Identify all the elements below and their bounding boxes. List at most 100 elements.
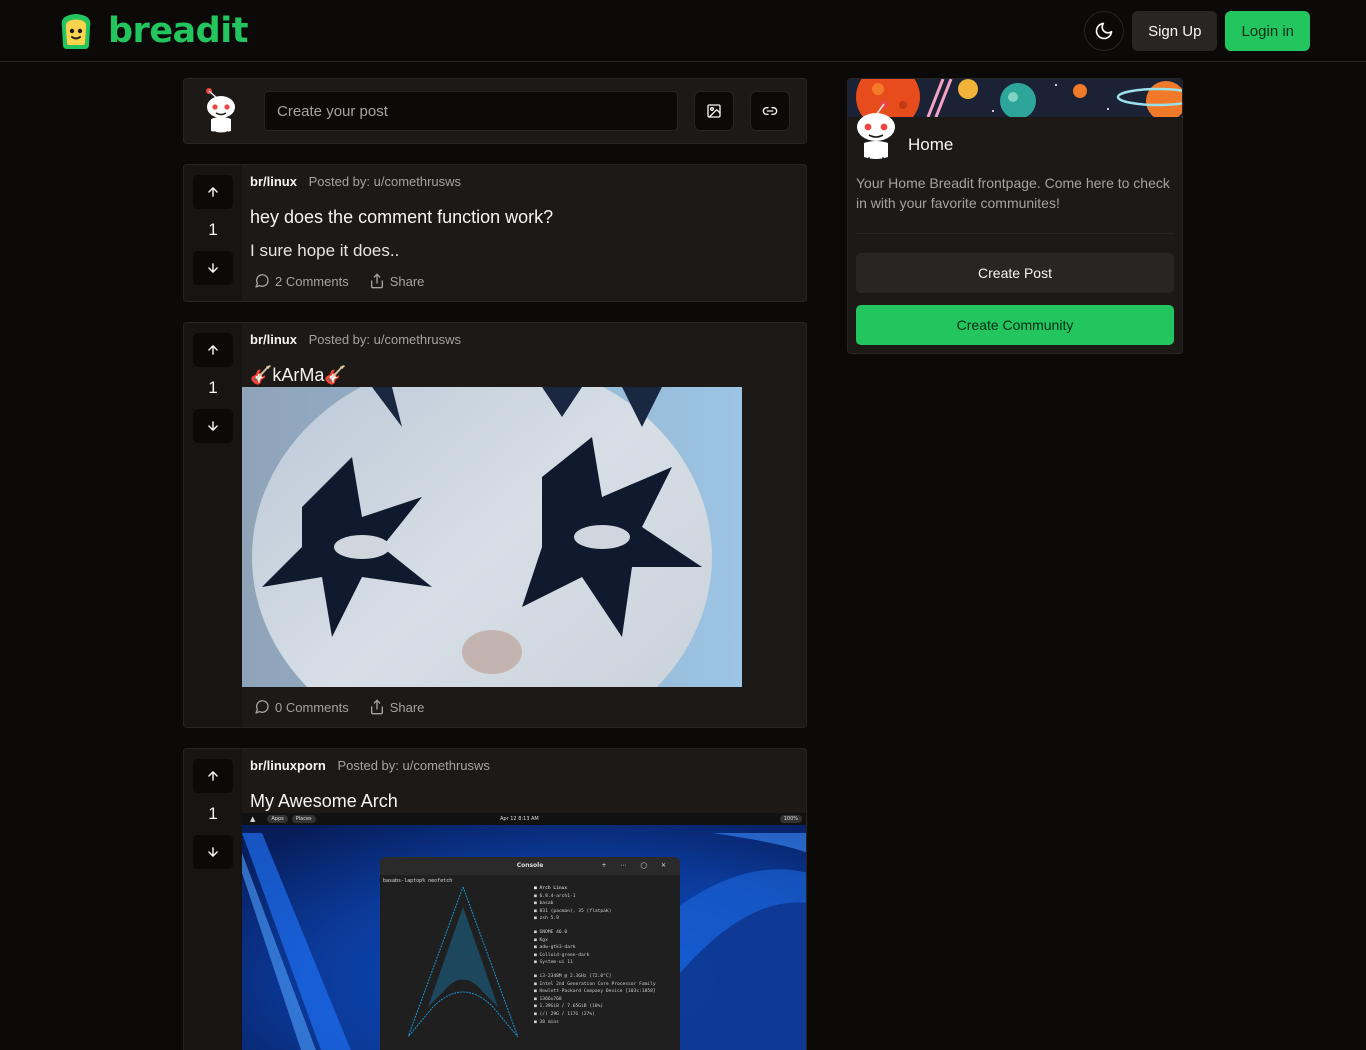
snoo-avatar-icon bbox=[206, 88, 235, 134]
post-meta: br/linux Posted by: u/comethrusws bbox=[250, 174, 461, 189]
subreddit-link[interactable]: br/linux bbox=[250, 174, 297, 189]
comments-link[interactable]: 0 Comments bbox=[254, 699, 349, 715]
brand-name: breadit bbox=[108, 11, 248, 51]
neofetch-line: ■ 6.8.4-arch1-1 bbox=[534, 893, 576, 899]
moon-icon bbox=[1095, 22, 1113, 40]
share-button[interactable]: Share bbox=[369, 273, 425, 289]
neofetch-line: ■ 1.39GiB / 7.65GiB (18%) bbox=[534, 1004, 604, 1010]
signup-button[interactable]: Sign Up bbox=[1132, 11, 1218, 51]
arrow-down-icon bbox=[208, 847, 218, 857]
neofetch-line: ■ 1366x768 bbox=[534, 996, 562, 1002]
topbar-clock: Apr 12 8:13 AM bbox=[500, 816, 539, 822]
subreddit-link[interactable]: br/linux bbox=[250, 332, 297, 347]
sidebar-description: Your Home Breadit frontpage. Come here t… bbox=[856, 175, 1170, 211]
post-card[interactable]: 1 br/linux Posted by: u/comethrusws 🎸kAr… bbox=[183, 322, 807, 728]
post-meta: br/linux Posted by: u/comethrusws bbox=[250, 332, 461, 347]
post-title[interactable]: hey does the comment function work? bbox=[250, 207, 553, 228]
window-controls-icon: + ⋯ ◯ ✕ bbox=[601, 862, 672, 869]
create-community-button[interactable]: Create Community bbox=[856, 305, 1174, 345]
post-card[interactable]: 1 br/linux Posted by: u/comethrusws hey … bbox=[183, 164, 807, 302]
home-sidebar-card: Home Your Home Breadit frontpage. Come h… bbox=[847, 78, 1183, 354]
console-title: Console bbox=[516, 862, 544, 869]
vote-column: 1 bbox=[184, 165, 242, 301]
post-author: Posted by: u/comethrusws bbox=[308, 332, 462, 347]
post-image-face-paint[interactable] bbox=[242, 387, 742, 687]
space-banner-graphic bbox=[848, 79, 1182, 117]
post-title[interactable]: 🎸kArMa🎸 bbox=[250, 365, 347, 386]
neofetch-line: ■ i3-2348M @ 2.3GHz [72.0°C] bbox=[534, 973, 612, 979]
upvote-button[interactable] bbox=[193, 175, 233, 209]
neofetch-info: ■ Arch Linux ■ 6.8.4-arch1-1 ■ basab ■ 831 … bbox=[534, 885, 656, 1026]
neofetch-line: ■ Arch Linux bbox=[534, 886, 568, 891]
message-circle-icon bbox=[255, 700, 269, 714]
downvote-button[interactable] bbox=[193, 251, 233, 285]
neofetch-line: ■ Kgx bbox=[534, 937, 548, 943]
post-image-desktop-screenshot[interactable]: ▲ Apps Places Apr 12 8:13 AM 100% Consol… bbox=[242, 813, 806, 1050]
post-author: Posted by: u/comethrusws bbox=[308, 174, 462, 189]
create-post-input[interactable] bbox=[264, 91, 678, 131]
upload-image-button[interactable] bbox=[694, 91, 734, 131]
vote-count: 1 bbox=[208, 804, 218, 823]
post-card[interactable]: 1 br/linuxporn Posted by: u/comethrusws … bbox=[183, 748, 807, 1050]
subreddit-link[interactable]: br/linuxporn bbox=[250, 758, 326, 773]
login-button[interactable]: Login in bbox=[1225, 11, 1310, 51]
upvote-button[interactable] bbox=[193, 333, 233, 367]
vote-column: 1 bbox=[184, 323, 242, 727]
theme-toggle-button[interactable] bbox=[1084, 11, 1125, 51]
add-link-button[interactable] bbox=[750, 91, 790, 131]
create-post-button[interactable]: Create Post bbox=[856, 253, 1174, 293]
nav-actions: Sign Up Login in bbox=[1084, 11, 1310, 51]
neofetch-line: ■ Colloid-green-dark bbox=[534, 952, 590, 958]
neofetch-line: ■ (/) 29G / 117G (27%) bbox=[534, 1011, 595, 1017]
share-label: Share bbox=[389, 273, 425, 289]
topbar-places: Places bbox=[291, 815, 316, 823]
user-avatar[interactable] bbox=[202, 87, 242, 140]
post-content: I sure hope it does.. bbox=[250, 241, 400, 260]
snoo-avatar-icon bbox=[857, 100, 895, 162]
upvote-button[interactable] bbox=[193, 759, 233, 793]
neofetch-line: ■ Intel 2nd Generation Core Processor Fa… bbox=[534, 981, 656, 987]
post-actions: 0 Comments Share bbox=[254, 699, 424, 715]
create-post-composer bbox=[183, 78, 807, 144]
arch-ascii-logo bbox=[408, 887, 518, 1037]
post-title[interactable]: My Awesome Arch bbox=[250, 791, 398, 812]
neofetch-line: ■ Hewlett-Packard Company Device [103c:1… bbox=[534, 989, 656, 995]
desktop-topbar: ▲ Apps Places Apr 12 8:13 AM 100% bbox=[242, 813, 806, 825]
link-icon bbox=[762, 107, 778, 115]
share-label: Share bbox=[389, 699, 425, 715]
comments-link[interactable]: 2 Comments bbox=[254, 273, 349, 289]
bread-logo-icon bbox=[61, 14, 91, 49]
console-prompt: basabs-laptop% neofetch bbox=[383, 878, 453, 884]
message-circle-icon bbox=[255, 274, 269, 288]
sidebar-title: Home bbox=[908, 135, 954, 154]
arrow-down-icon bbox=[208, 263, 218, 273]
post-body: br/linux Posted by: u/comethrusws hey do… bbox=[242, 165, 806, 301]
neofetch-line: ■ GNOME 46.0 bbox=[534, 929, 568, 935]
brand-logo[interactable]: breadit bbox=[56, 11, 248, 51]
console-window: Console + ⋯ ◯ ✕ basabs-laptop% neofetch … bbox=[380, 857, 680, 1050]
topbar-battery: 100% bbox=[779, 815, 802, 823]
neofetch-line: ■ 38 mins bbox=[534, 1019, 559, 1025]
divider bbox=[856, 233, 1174, 234]
share-icon bbox=[370, 273, 383, 289]
neofetch-line: ■ zsh 5.9 bbox=[534, 916, 559, 922]
share-icon bbox=[370, 699, 383, 715]
downvote-button[interactable] bbox=[193, 835, 233, 869]
console-titlebar: Console + ⋯ ◯ ✕ bbox=[380, 857, 680, 875]
share-button[interactable]: Share bbox=[369, 699, 425, 715]
image-upload-icon bbox=[707, 104, 721, 118]
vote-count: 1 bbox=[208, 378, 218, 397]
post-meta: br/linuxporn Posted by: u/comethrusws bbox=[250, 758, 490, 773]
post-body: br/linux Posted by: u/comethrusws 🎸kArMa… bbox=[242, 323, 806, 727]
neofetch-line: ■ basab bbox=[534, 901, 554, 907]
comments-count: 0 Comments bbox=[275, 699, 349, 715]
vote-column: 1 bbox=[184, 749, 242, 1050]
post-body: br/linuxporn Posted by: u/comethrusws My… bbox=[242, 749, 806, 1050]
arrow-up-icon bbox=[208, 345, 218, 355]
neofetch-line: ■ System-ui 11 bbox=[534, 960, 573, 966]
neofetch-line: ■ adw-gtk3-dark bbox=[534, 945, 576, 951]
vote-count: 1 bbox=[208, 220, 218, 239]
arrow-up-icon bbox=[208, 771, 218, 781]
post-author: Posted by: u/comethrusws bbox=[337, 758, 490, 773]
downvote-button[interactable] bbox=[193, 409, 233, 443]
